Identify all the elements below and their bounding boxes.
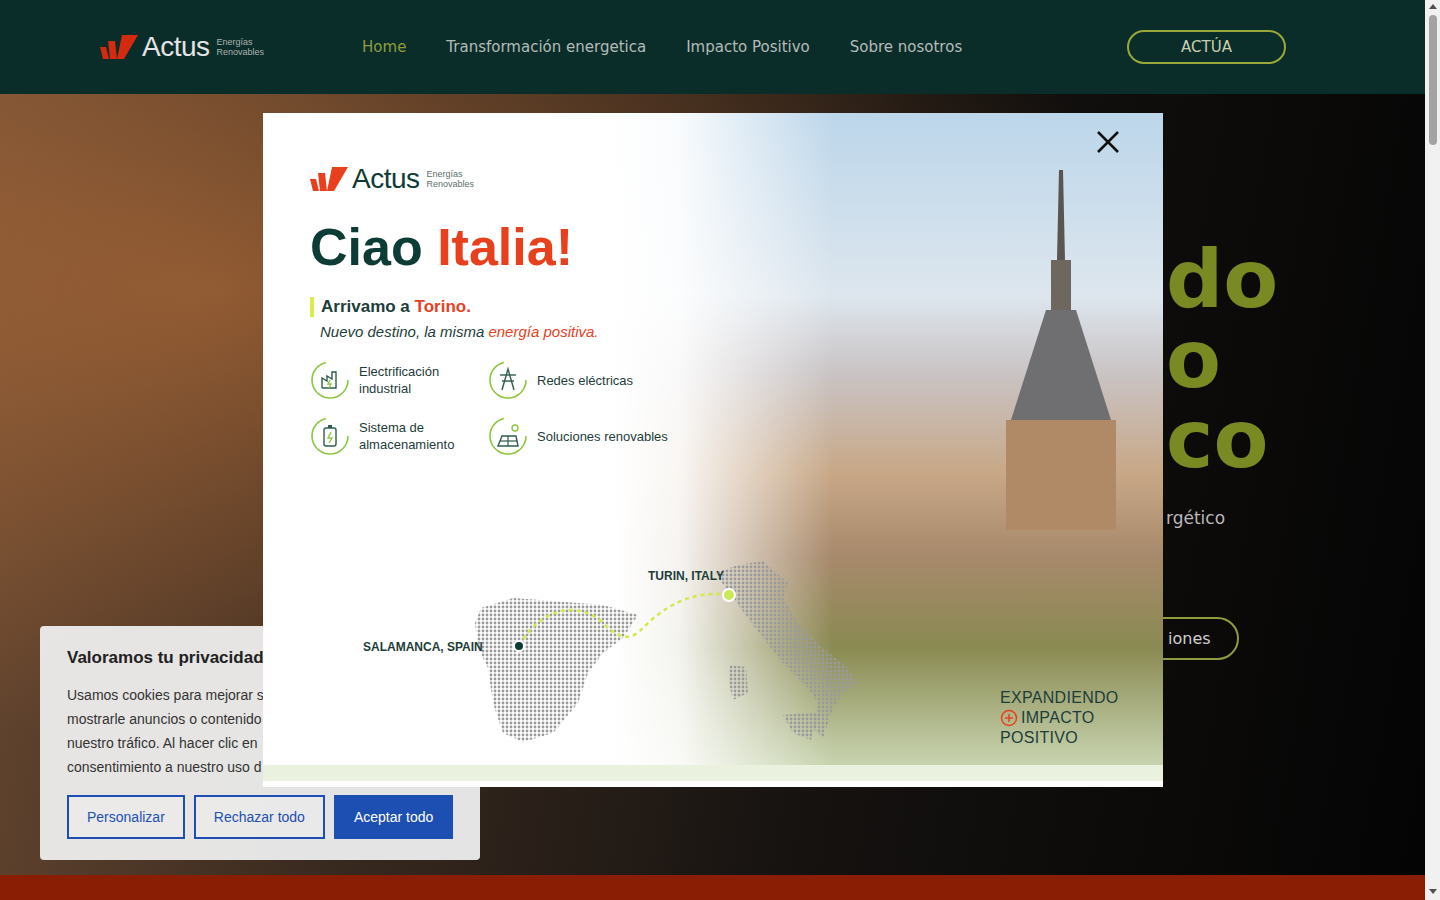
- hero-title-line: co: [1166, 400, 1278, 480]
- tower-icon: [488, 360, 528, 400]
- scrollbar[interactable]: [1425, 0, 1440, 900]
- scroll-down-icon[interactable]: [1429, 889, 1437, 894]
- cookie-button[interactable]: Aceptar todo: [334, 795, 453, 839]
- feature-label: Electrificación industrial: [359, 363, 488, 397]
- map: SALAMANCA, SPAIN TURIN, ITALY: [353, 553, 873, 753]
- cta-button[interactable]: ACTÚA: [1127, 30, 1286, 64]
- nav-link[interactable]: Home: [362, 38, 406, 56]
- modal-title-accent: Italia!: [437, 218, 573, 276]
- modal-logo: Actus EnergíasRenovables: [310, 163, 710, 195]
- logo-tagline: EnergíasRenovables: [217, 37, 265, 57]
- nav-link[interactable]: Transformación energetica: [446, 38, 646, 56]
- logo-mark-icon: [100, 35, 138, 59]
- hero-title-line: o: [1166, 320, 1278, 400]
- modal-title: Ciao Italia!: [310, 217, 710, 277]
- nav-link[interactable]: Impacto Positivo: [686, 38, 810, 56]
- logo-tagline-line: Energías: [427, 169, 475, 179]
- modal-headline: Arrivamo a Torino.: [310, 297, 710, 317]
- mole-antonelliana-icon: [991, 170, 1131, 530]
- origin-label: SALAMANCA, SPAIN: [363, 640, 483, 654]
- logo-name: Actus: [142, 31, 210, 63]
- logo-tagline-line: Renovables: [217, 47, 265, 57]
- logo-tagline: EnergíasRenovables: [427, 169, 475, 189]
- header: Actus EnergíasRenovables Home Transformac…: [0, 0, 1425, 94]
- promo-modal: Actus EnergíasRenovables Ciao Italia! Ar…: [263, 113, 1163, 787]
- slogan: EXPANDIENDO IMPACTO POSITIVO: [1000, 688, 1119, 748]
- logo-tagline-line: Renovables: [427, 179, 475, 189]
- page: Actus EnergíasRenovables HomeTransformac…: [0, 0, 1440, 900]
- hero-subtitle: rgético: [1166, 508, 1225, 528]
- cookie-button[interactable]: Rechazar todo: [194, 795, 325, 839]
- battery-icon: [310, 416, 350, 456]
- modal-strip: [263, 765, 1163, 781]
- scroll-thumb[interactable]: [1429, 15, 1437, 145]
- solar-icon: [488, 416, 528, 456]
- turin-photo: [613, 113, 1163, 765]
- origin-dot: [514, 641, 524, 651]
- hero-title-line: do: [1166, 240, 1278, 320]
- scroll-up-icon[interactable]: [1429, 4, 1437, 9]
- main: Actus EnergíasRenovables HomeTransformac…: [0, 0, 1425, 900]
- tagline-accent: energía positiva.: [488, 323, 598, 340]
- slogan-line: EXPANDIENDO: [1000, 688, 1119, 708]
- slogan-text: IMPACTO: [1021, 708, 1095, 728]
- feature-item: Electrificación industrial: [310, 360, 488, 400]
- feature-item: Sistema de almacenamiento: [310, 416, 488, 456]
- sicily-shape: [783, 712, 820, 740]
- cookie-buttons: PersonalizarRechazar todoAceptar todo: [67, 795, 453, 839]
- spain-shape: [475, 598, 638, 742]
- feature-label: Soluciones renovables: [537, 428, 668, 445]
- logo-tagline-line: Energías: [217, 37, 265, 47]
- slogan-line: POSITIVO: [1000, 728, 1119, 748]
- headline-accent: Torino.: [415, 297, 471, 316]
- slogan-line: IMPACTO: [1000, 708, 1119, 728]
- modal-tagline: Nuevo destino, la misma energía positiva…: [320, 323, 710, 340]
- scroll-track: [1425, 9, 1440, 889]
- cookie-button[interactable]: Personalizar: [67, 795, 185, 839]
- feature-item: Redes eléctricas: [488, 360, 668, 400]
- nav-link[interactable]: Sobre nosotros: [850, 38, 962, 56]
- destination-label: TURIN, ITALY: [648, 569, 724, 583]
- plus-circle-icon: [1000, 709, 1018, 727]
- feature-label: Sistema de almacenamiento: [359, 419, 488, 453]
- nav: Home Transformación energetica Impacto Pos…: [362, 38, 962, 56]
- feature-label: Redes eléctricas: [537, 372, 633, 389]
- modal-content: Actus EnergíasRenovables Ciao Italia! Ar…: [263, 113, 710, 456]
- route-line: [519, 594, 729, 646]
- logo[interactable]: Actus EnergíasRenovables: [100, 31, 264, 63]
- hero-title: dooco: [1166, 240, 1278, 480]
- sardinia-shape: [729, 665, 748, 700]
- destination-dot: [723, 589, 735, 601]
- feature-item: Soluciones renovables: [488, 416, 668, 456]
- close-icon[interactable]: [1096, 130, 1120, 154]
- italy-shape: [715, 561, 858, 738]
- logo-mark-icon: [310, 167, 348, 191]
- feature-list: Electrificación industrial Redes eléctri…: [310, 360, 710, 456]
- factory-icon: [310, 360, 350, 400]
- footer-strip: [0, 875, 1425, 900]
- logo-name: Actus: [352, 163, 420, 195]
